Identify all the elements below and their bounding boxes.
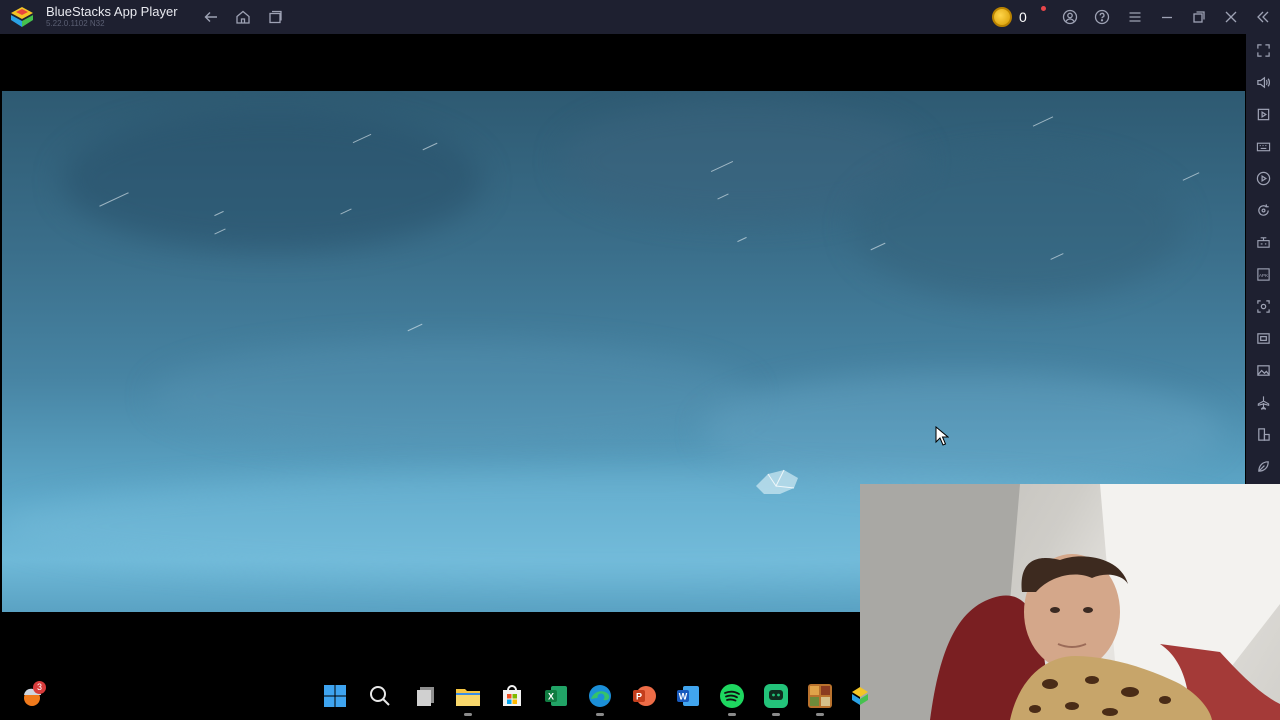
fullscreen-icon[interactable] [1254, 41, 1272, 59]
notification-badge: 3 [33, 681, 46, 694]
webcam-overlay [860, 484, 1280, 720]
running-indicator [464, 713, 472, 716]
snow-streak [1032, 116, 1054, 127]
airplane-mode-icon[interactable] [1254, 393, 1272, 411]
volume-icon[interactable] [1254, 73, 1272, 91]
microsoft-store-icon[interactable] [498, 682, 526, 710]
webcam-person-image [860, 484, 1280, 720]
minimize-icon[interactable] [1157, 7, 1177, 27]
windows-start-icon[interactable] [321, 682, 349, 710]
back-icon[interactable] [201, 7, 221, 27]
screenshot-icon[interactable] [1254, 297, 1272, 315]
close-icon[interactable] [1221, 7, 1241, 27]
eco-mode-icon[interactable] [1254, 457, 1272, 475]
svg-text:P: P [636, 692, 642, 702]
running-indicator [816, 713, 824, 716]
menu-icon[interactable] [1125, 7, 1145, 27]
task-view-icon[interactable] [412, 682, 440, 710]
mouse-cursor-icon [935, 426, 949, 446]
svg-text:X: X [548, 692, 554, 702]
restore-icon[interactable] [1189, 7, 1209, 27]
snow-streak [407, 323, 423, 332]
file-explorer-icon[interactable] [454, 682, 482, 716]
windows-taskbar: X P W [0, 672, 868, 720]
install-apk-icon[interactable]: APK [1254, 265, 1272, 283]
game-app-icon[interactable] [806, 682, 834, 716]
search-icon[interactable] [366, 682, 394, 710]
fog-cloud [62, 111, 482, 251]
ice-shard [756, 469, 798, 494]
coin-icon[interactable] [992, 7, 1012, 27]
coin-count: 0 [1019, 9, 1027, 25]
svg-text:W: W [679, 692, 688, 702]
snow-streak [737, 236, 747, 243]
right-sidebar: APK [1246, 34, 1280, 484]
keyboard-controls-icon[interactable] [1254, 137, 1272, 155]
spotify-icon[interactable] [718, 682, 746, 716]
fog-cloud [852, 151, 1182, 301]
rotate-icon[interactable] [1254, 425, 1272, 443]
running-indicator [772, 713, 780, 716]
bluestacks-taskbar-icon[interactable] [846, 682, 874, 710]
gallery-icon[interactable] [1254, 361, 1272, 379]
notification-dot [1041, 6, 1046, 11]
snow-streak [1182, 172, 1200, 181]
screen: BlueStacks App Player 5.22.0.1102 N32 0 [0, 0, 1280, 720]
word-icon[interactable]: W [674, 682, 702, 710]
app-title: BlueStacks App Player [46, 4, 178, 19]
media-folder-icon[interactable] [1254, 105, 1272, 123]
collapse-sidebar-icon[interactable] [1253, 7, 1273, 27]
app-version: 5.22.0.1102 N32 [46, 19, 105, 28]
powerpoint-icon[interactable]: P [630, 682, 658, 710]
running-indicator [728, 713, 736, 716]
account-icon[interactable] [1060, 7, 1080, 27]
bluestacks-logo [11, 7, 33, 27]
running-indicator [596, 713, 604, 716]
excel-icon[interactable]: X [542, 682, 570, 710]
svg-text:APK: APK [1258, 272, 1268, 277]
messenger-icon[interactable] [762, 682, 790, 716]
sync-icon[interactable] [1254, 201, 1272, 219]
titlebar: BlueStacks App Player 5.22.0.1102 N32 0 [0, 0, 1280, 34]
macro-play-icon[interactable] [1254, 169, 1272, 187]
help-icon[interactable] [1092, 7, 1112, 27]
game-controls-icon[interactable] [1254, 233, 1272, 251]
edge-icon[interactable] [586, 682, 614, 716]
fog-cloud [152, 341, 752, 451]
record-icon[interactable] [1254, 329, 1272, 347]
home-icon[interactable] [233, 7, 253, 27]
multi-instance-icon[interactable] [265, 7, 285, 27]
